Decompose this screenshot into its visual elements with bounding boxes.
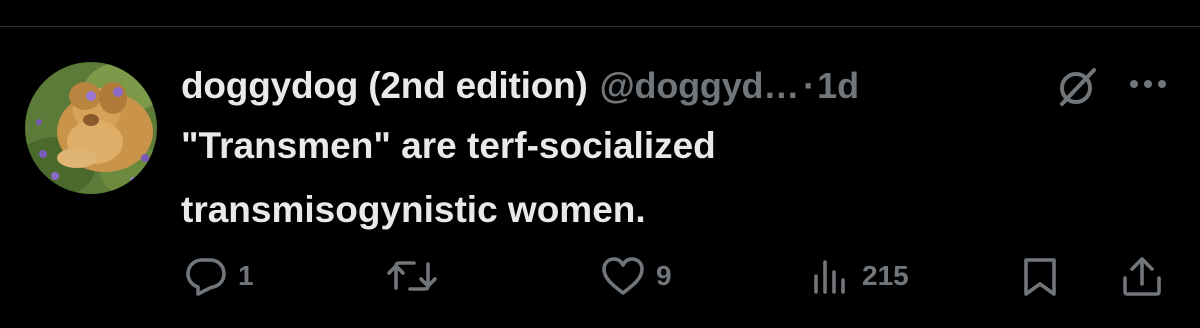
views-button[interactable]: 215 (808, 252, 909, 300)
like-count: 9 (656, 260, 672, 291)
display-name[interactable]: doggydog (2nd edition) (181, 65, 588, 107)
avatar[interactable] (25, 62, 157, 194)
tweet-header: doggydog (2nd edition) @doggyd… · 1d (181, 60, 859, 112)
bookmark-button[interactable] (1018, 252, 1062, 300)
repost-button[interactable] (386, 252, 448, 300)
tweet-text-line: "Transmen" are terf-socialized (181, 125, 716, 166)
tweet-text-line: transmisogynistic women. (181, 189, 646, 230)
more-icon[interactable] (1122, 66, 1174, 102)
dog-photo-avatar (25, 62, 157, 194)
share-button[interactable] (1120, 252, 1164, 300)
separator-dot: · (803, 65, 816, 106)
share-icon (1123, 257, 1161, 296)
reply-icon (186, 258, 226, 296)
bookmark-icon (1024, 258, 1056, 296)
views-count: 215 (862, 260, 909, 291)
views-icon (814, 260, 845, 294)
reply-button[interactable]: 1 (184, 252, 254, 300)
repost-icon (387, 261, 437, 291)
top-divider (0, 26, 1200, 27)
tweet-text: "Transmen" are terf-socialized transmiso… (181, 114, 1081, 242)
grok-icon[interactable] (1054, 62, 1102, 110)
timestamp[interactable]: 1d (817, 65, 859, 107)
like-icon (602, 257, 644, 295)
like-button[interactable]: 9 (600, 252, 672, 300)
reply-count: 1 (238, 260, 254, 291)
handle[interactable]: @doggyd… (600, 65, 800, 107)
